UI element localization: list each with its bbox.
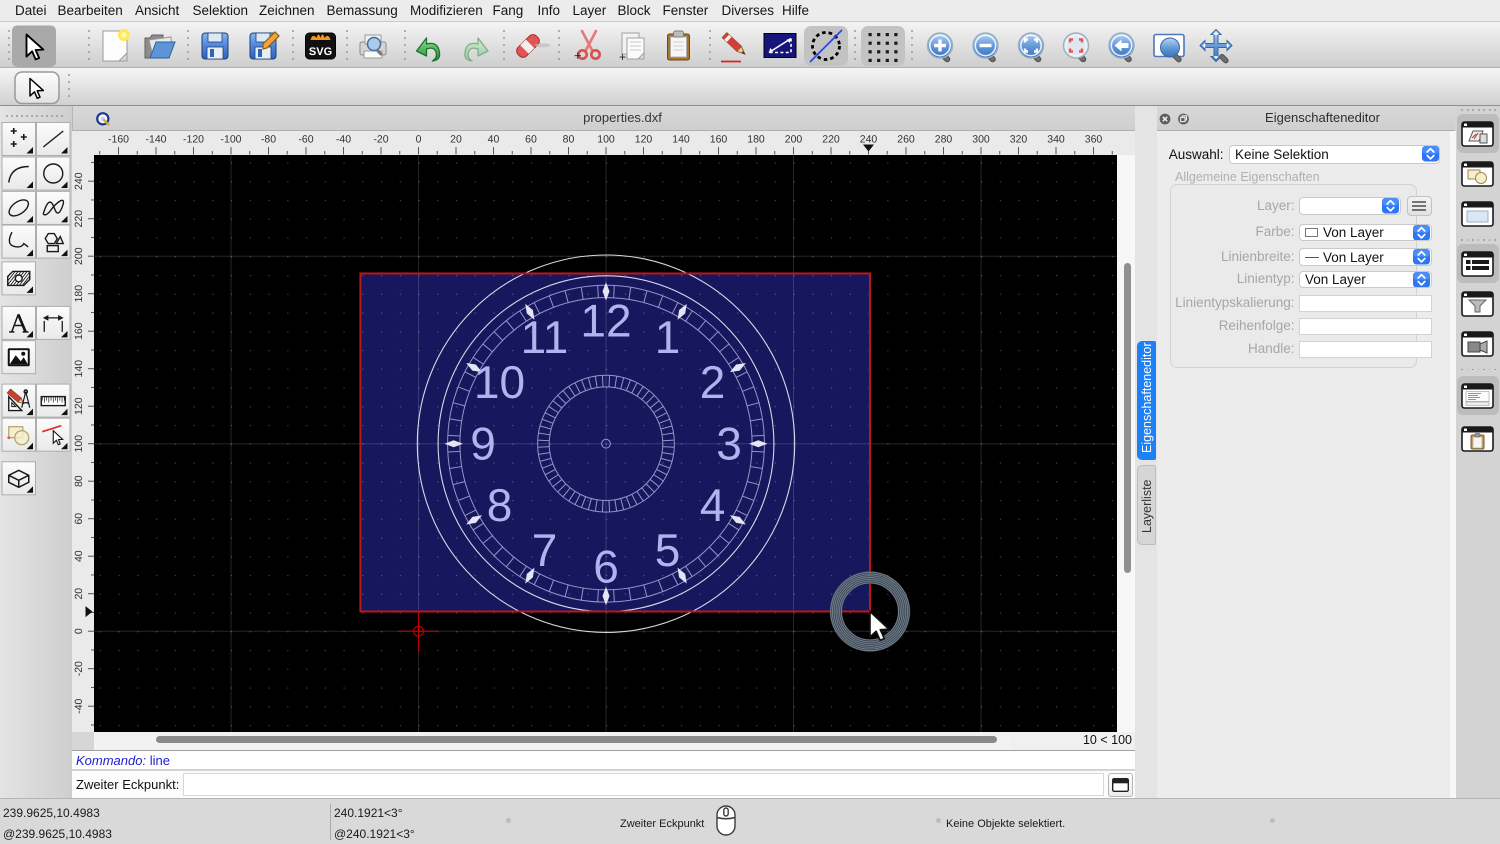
svg-text:2: 2 xyxy=(700,356,726,408)
svg-text:20: 20 xyxy=(450,134,462,146)
svg-text:-80: -80 xyxy=(261,134,276,146)
svg-text:1: 1 xyxy=(655,311,681,363)
svg-text:240: 240 xyxy=(860,134,878,146)
svg-text:-160: -160 xyxy=(108,134,129,146)
svg-text:-140: -140 xyxy=(145,134,166,146)
svg-text:-20: -20 xyxy=(73,661,85,676)
svg-text:180: 180 xyxy=(747,134,765,146)
svg-text:-40: -40 xyxy=(73,698,85,713)
svg-text:-100: -100 xyxy=(220,134,241,146)
svg-text:300: 300 xyxy=(972,134,990,146)
svg-text:360: 360 xyxy=(1085,134,1103,146)
svg-text:140: 140 xyxy=(672,134,690,146)
svg-text:-60: -60 xyxy=(298,134,313,146)
svg-text:+: + xyxy=(574,48,582,63)
svg-text:4: 4 xyxy=(700,479,726,531)
svg-text:320: 320 xyxy=(1010,134,1028,146)
svg-text:280: 280 xyxy=(935,134,953,146)
svg-text:220: 220 xyxy=(73,210,85,228)
svg-text:-20: -20 xyxy=(373,134,388,146)
svg-text:60: 60 xyxy=(73,513,85,525)
svg-text:-40: -40 xyxy=(336,134,351,146)
svg-text:100: 100 xyxy=(73,435,85,453)
svg-text:12: 12 xyxy=(580,295,631,347)
svg-text:40: 40 xyxy=(73,550,85,562)
svg-text:240: 240 xyxy=(73,172,85,190)
svg-text:80: 80 xyxy=(563,134,575,146)
svg-text:200: 200 xyxy=(73,247,85,265)
svg-text:20: 20 xyxy=(73,588,85,600)
svg-text:+: + xyxy=(619,50,626,64)
svg-text:0: 0 xyxy=(416,134,422,146)
svg-text:8: 8 xyxy=(487,479,513,531)
svg-text:220: 220 xyxy=(822,134,840,146)
svg-text:5: 5 xyxy=(655,524,681,576)
svg-text:40: 40 xyxy=(488,134,500,146)
svg-text:-120: -120 xyxy=(183,134,204,146)
svg-text:180: 180 xyxy=(73,285,85,303)
svg-text:100: 100 xyxy=(597,134,615,146)
svg-text:7: 7 xyxy=(532,524,558,576)
svg-text:160: 160 xyxy=(710,134,728,146)
svg-text:120: 120 xyxy=(73,397,85,415)
svg-text:3: 3 xyxy=(716,418,742,470)
svg-text:200: 200 xyxy=(785,134,803,146)
svg-text:11: 11 xyxy=(521,311,569,363)
svg-text:260: 260 xyxy=(897,134,915,146)
svg-text:140: 140 xyxy=(73,360,85,378)
svg-text:340: 340 xyxy=(1047,134,1065,146)
svg-text:0: 0 xyxy=(73,628,85,634)
svg-text:60: 60 xyxy=(525,134,537,146)
svg-text:6: 6 xyxy=(593,541,619,593)
svg-text:SVG: SVG xyxy=(309,46,332,58)
svg-text:9: 9 xyxy=(470,418,496,470)
svg-text:120: 120 xyxy=(635,134,653,146)
svg-text:80: 80 xyxy=(73,475,85,487)
svg-text:10: 10 xyxy=(474,356,525,408)
svg-text:160: 160 xyxy=(73,322,85,340)
